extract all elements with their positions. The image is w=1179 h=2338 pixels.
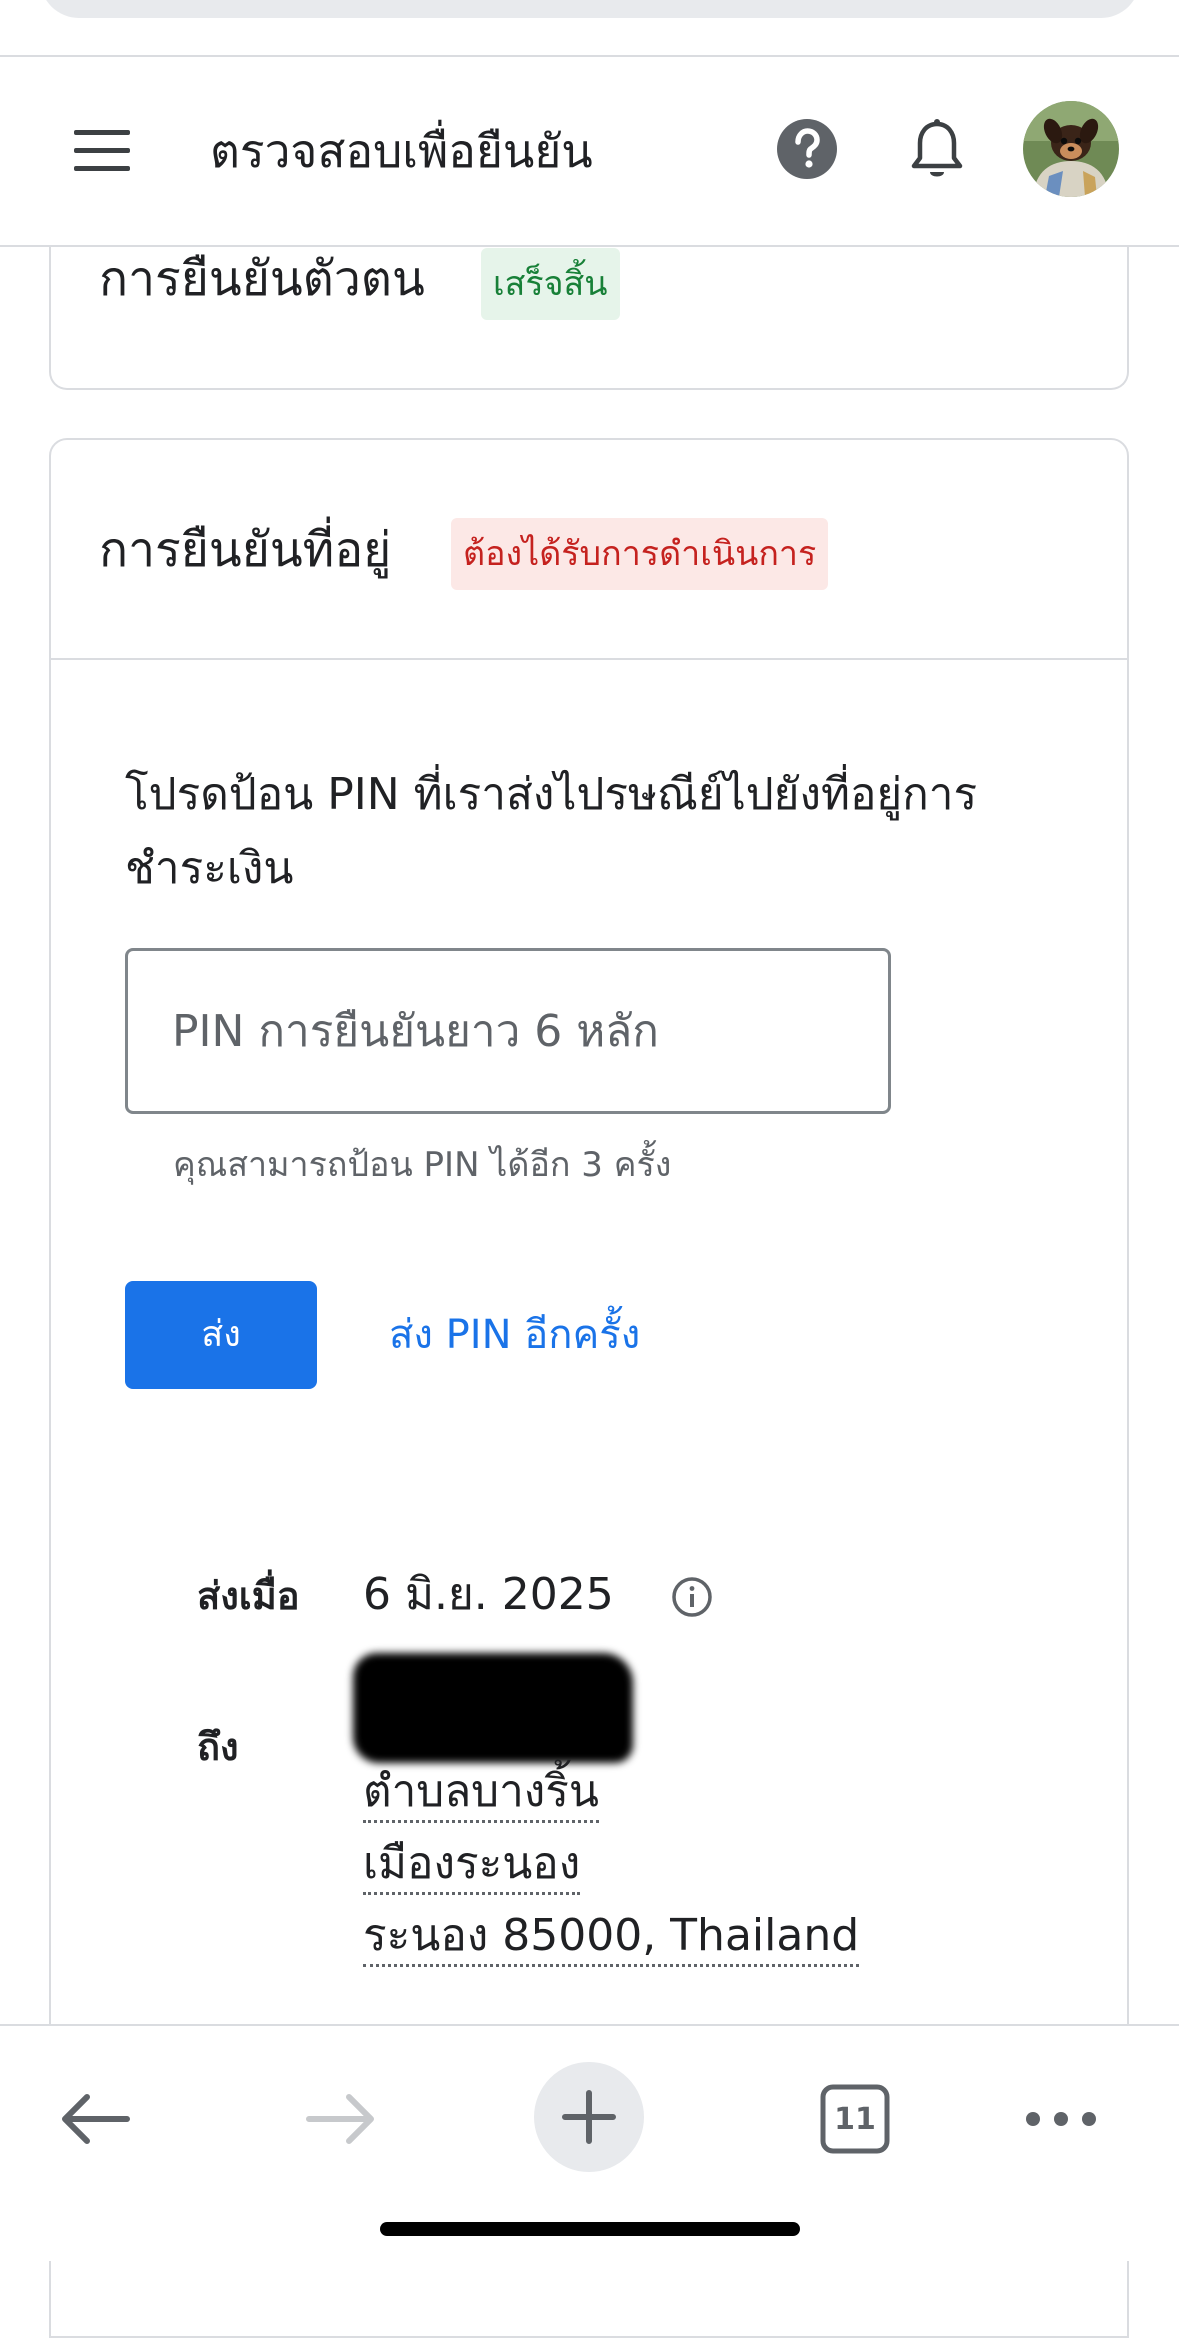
bell-icon[interactable] <box>908 118 966 182</box>
attempts-remaining-text: คุณสามารถป้อน PIN ได้อีก 3 ครั้ง <box>173 1145 672 1185</box>
back-button[interactable] <box>40 2064 150 2174</box>
more-menu-button[interactable] <box>1006 2064 1116 2174</box>
status-badge-action-required: ต้องได้รับการดำเนินการ <box>451 518 829 590</box>
new-tab-plus-icon <box>562 2090 616 2144</box>
pin-instruction: โปรดป้อน PIN ที่เราส่งไปรษณีย์ไปยังที่อย… <box>125 769 978 894</box>
account-avatar[interactable] <box>1023 101 1119 197</box>
forward-arrow-icon <box>306 2094 374 2144</box>
forward-button[interactable] <box>286 2064 396 2174</box>
submit-pin-button[interactable]: ส่ง <box>125 1281 317 1389</box>
card-divider <box>51 658 1127 660</box>
address-line: ตำบลบางริ้น <box>363 1764 600 1823</box>
more-icon <box>1026 2112 1096 2126</box>
sent-date: 6 มิ.ย. 2025 <box>363 1569 614 1620</box>
home-indicator[interactable] <box>380 2222 800 2236</box>
tabs-icon: 11 <box>820 2084 890 2154</box>
avatar-image <box>1023 101 1119 197</box>
resend-pin-link[interactable]: ส่ง PIN อีกครั้ง <box>389 1305 640 1365</box>
tab-count: 11 <box>834 2101 876 2137</box>
new-tab-button[interactable] <box>534 2062 644 2172</box>
to-label: ถึง <box>197 1725 239 1769</box>
address-card-title: การยืนยันที่อยู่ <box>99 522 392 578</box>
back-arrow-icon <box>62 2094 130 2144</box>
app-header: ตรวจสอบเพื่อยืนยัน <box>0 57 1179 247</box>
info-icon[interactable] <box>671 1576 713 1618</box>
page-title: ตรวจสอบเพื่อยืนยัน <box>210 124 593 178</box>
sent-on-label: ส่งเมื่อ <box>197 1574 300 1618</box>
address-line: ระนอง 85000, Thailand <box>363 1908 860 1967</box>
status-badge-complete: เสร็จสิ้น <box>481 248 620 320</box>
browser-url-bar[interactable] <box>40 0 1140 18</box>
identity-card-title: การยืนยันตัวตน <box>99 251 425 307</box>
address-line: เมืองระนอง <box>363 1836 581 1895</box>
redacted-address-line <box>353 1653 633 1763</box>
menu-icon[interactable] <box>74 130 130 172</box>
help-icon[interactable] <box>776 118 838 180</box>
pin-input[interactable] <box>125 948 891 1114</box>
tab-switcher-button[interactable]: 11 <box>800 2064 910 2174</box>
